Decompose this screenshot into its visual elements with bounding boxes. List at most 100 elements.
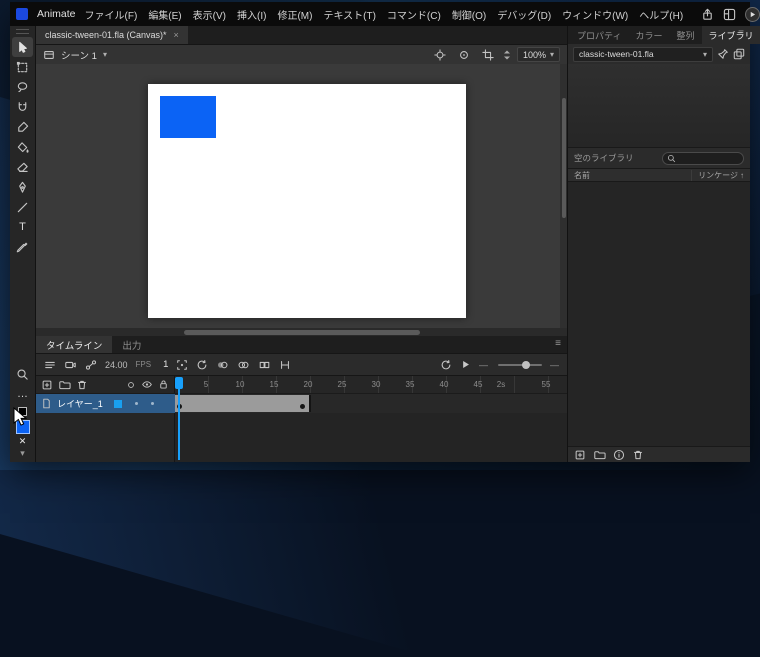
add-folder-icon[interactable] [58, 379, 71, 391]
zoom-level-dropdown[interactable]: 100% ▾ [517, 47, 560, 62]
delete-layer-icon[interactable] [76, 379, 88, 391]
loop-icon[interactable] [196, 359, 208, 371]
zoom-in-frames-icon[interactable]: — [550, 360, 559, 370]
library-item-list[interactable] [568, 182, 750, 446]
panel-grip-icon[interactable] [16, 29, 29, 34]
library-search-input[interactable] [679, 154, 739, 163]
no-color-icon[interactable]: ✕ [19, 437, 27, 446]
fps-value[interactable]: 24.00 [105, 360, 128, 370]
horizontal-scroll-thumb[interactable] [184, 330, 420, 335]
column-linkage[interactable]: リンケージ ↑ [691, 170, 744, 181]
end-keyframe-dot[interactable] [300, 404, 305, 409]
workspace-button[interactable] [723, 5, 736, 23]
fill-color-swatch[interactable] [16, 420, 30, 434]
pin-library-icon[interactable] [717, 48, 729, 60]
library-document-dropdown[interactable]: classic-tween-01.fla ▾ [573, 47, 713, 62]
clip-content-button[interactable] [479, 46, 497, 64]
timeline-ruler[interactable]: 5 10 15 20 25 30 35 40 45 2s 55 [175, 376, 567, 393]
tab-align[interactable]: 整列 [669, 26, 701, 44]
stage-canvas[interactable] [148, 84, 466, 318]
layer-name[interactable]: レイヤー_1 [57, 397, 103, 410]
menu-commands[interactable]: コマンド(C) [387, 7, 441, 22]
menu-window[interactable]: ウィンドウ(W) [562, 7, 628, 22]
menu-help[interactable]: ヘルプ(H) [639, 7, 683, 22]
menu-file[interactable]: ファイル(F) [85, 7, 138, 22]
more-tools-button[interactable]: … [12, 384, 33, 404]
layer-name-cell[interactable]: レイヤー_1 [36, 394, 175, 413]
menu-control[interactable]: 制御(O) [452, 7, 486, 22]
layer-lock-dot[interactable] [151, 402, 154, 405]
rotation-tool-button[interactable] [455, 46, 473, 64]
menu-debug[interactable]: デバッグ(D) [497, 7, 551, 22]
tab-output[interactable]: 出力 [112, 336, 151, 353]
pen-tool-button[interactable] [12, 177, 33, 197]
outline-column-icon[interactable] [126, 380, 136, 390]
library-search-box[interactable] [662, 152, 744, 165]
zoom-spinner-icon[interactable] [503, 49, 511, 61]
layer-frames-track[interactable] [175, 394, 567, 413]
onion-skin-icon[interactable] [216, 359, 229, 371]
layer-row[interactable]: レイヤー_1 [36, 393, 567, 413]
stroke-color-swatch[interactable] [18, 407, 27, 416]
edit-multiple-frames-icon[interactable] [258, 359, 271, 371]
paint-bucket-tool-button[interactable] [12, 137, 33, 157]
frame-size-slider-knob[interactable] [522, 361, 530, 369]
onion-skin-outline-icon[interactable] [237, 359, 250, 371]
new-folder-icon[interactable] [593, 449, 606, 461]
delete-item-icon[interactable] [632, 449, 644, 461]
scene-menu-chevron-icon[interactable]: ▾ [103, 50, 107, 59]
layer-outline-color-swatch[interactable] [114, 400, 122, 408]
item-properties-icon[interactable] [613, 449, 625, 461]
menu-edit[interactable]: 編集(E) [148, 7, 181, 22]
tab-properties[interactable]: プロパティ [570, 26, 628, 44]
toolbar-collapse-chevron-icon[interactable]: ▾ [20, 449, 25, 458]
timeline-empty-frames[interactable] [175, 413, 567, 462]
eye-icon[interactable] [141, 379, 153, 390]
selection-tool-button[interactable] [12, 37, 33, 57]
new-symbol-icon[interactable] [574, 449, 586, 461]
line-tool-button[interactable] [12, 197, 33, 217]
menu-modify[interactable]: 修正(M) [277, 7, 312, 22]
test-movie-button[interactable] [745, 5, 760, 23]
frame-size-slider[interactable] [498, 364, 542, 366]
library-panel-menu-icon[interactable]: ≡ [738, 29, 744, 39]
add-layer-icon[interactable] [41, 379, 53, 391]
center-frame-icon[interactable] [176, 359, 188, 371]
play-button[interactable] [460, 359, 471, 370]
zoom-tool-button[interactable] [12, 364, 33, 384]
stage-rectangle[interactable] [160, 96, 216, 138]
tab-library[interactable]: ライブラリ [702, 26, 760, 44]
snap-magnet-button[interactable] [12, 97, 33, 117]
marker-range-icon[interactable] [279, 359, 291, 371]
lasso-tool-button[interactable] [12, 77, 33, 97]
timeline-panel-menu-icon[interactable]: ≡ [555, 339, 561, 349]
center-stage-button[interactable] [431, 46, 449, 64]
eyedropper-tool-button[interactable] [12, 237, 33, 257]
camera-icon[interactable] [64, 359, 77, 371]
layer-visibility-dot[interactable] [135, 402, 138, 405]
text-tool-button[interactable]: T [12, 217, 33, 237]
tab-timeline[interactable]: タイムライン [36, 336, 112, 353]
vertical-scroll-thumb[interactable] [562, 98, 566, 218]
loop-playback-icon[interactable] [440, 359, 452, 371]
new-library-panel-icon[interactable] [733, 48, 745, 60]
lock-icon[interactable] [158, 379, 169, 390]
layer-parenting-icon[interactable] [85, 359, 97, 371]
menu-view[interactable]: 表示(V) [193, 7, 226, 22]
column-name[interactable]: 名前 [574, 170, 590, 181]
brush-tool-button[interactable] [12, 117, 33, 137]
stage-horizontal-scrollbar[interactable] [36, 328, 567, 336]
menu-insert[interactable]: 挿入(I) [237, 7, 266, 22]
share-button[interactable] [701, 5, 714, 23]
free-transform-tool-button[interactable] [12, 57, 33, 77]
document-tab-close-icon[interactable]: × [174, 30, 179, 40]
menu-text[interactable]: テキスト(T) [323, 7, 375, 22]
layers-icon[interactable] [44, 359, 56, 371]
tab-color[interactable]: カラー [628, 26, 669, 44]
stage-vertical-scrollbar[interactable] [560, 64, 567, 328]
document-tab[interactable]: classic-tween-01.fla (Canvas)* × [36, 26, 188, 44]
current-frame-value[interactable]: 1 [163, 359, 168, 370]
eraser-tool-button[interactable] [12, 157, 33, 177]
frame-span[interactable] [175, 395, 311, 412]
zoom-out-frames-icon[interactable]: — [479, 360, 488, 370]
